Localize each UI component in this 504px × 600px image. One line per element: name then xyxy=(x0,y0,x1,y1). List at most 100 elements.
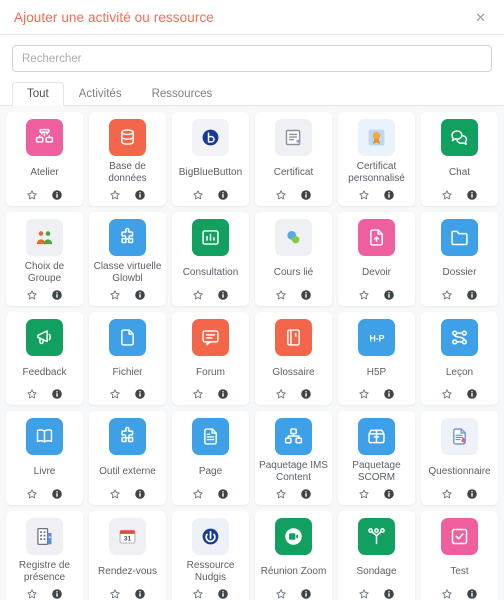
activity-card[interactable]: Livre xyxy=(6,411,83,505)
star-icon[interactable] xyxy=(109,487,122,500)
search-input[interactable] xyxy=(12,45,492,72)
star-icon[interactable] xyxy=(192,188,205,201)
star-icon[interactable] xyxy=(26,387,39,400)
star-icon[interactable] xyxy=(109,587,122,600)
info-icon[interactable] xyxy=(51,587,64,600)
info-icon[interactable] xyxy=(466,387,479,400)
star-icon[interactable] xyxy=(26,587,39,600)
info-icon[interactable] xyxy=(134,487,147,500)
activity-card[interactable]: Choix de Groupe xyxy=(6,212,83,306)
info-icon[interactable] xyxy=(300,288,313,301)
star-icon[interactable] xyxy=(441,487,454,500)
forum-icon xyxy=(192,319,229,356)
activity-card[interactable]: Devoir xyxy=(338,212,415,306)
activity-card[interactable]: Forum xyxy=(172,312,249,405)
star-icon[interactable] xyxy=(192,387,205,400)
info-icon[interactable] xyxy=(383,587,396,600)
activity-card[interactable]: Glossaire xyxy=(255,312,332,405)
star-icon[interactable] xyxy=(109,188,122,201)
info-icon[interactable] xyxy=(300,487,313,500)
star-icon[interactable] xyxy=(358,387,371,400)
star-icon[interactable] xyxy=(109,387,122,400)
activity-card[interactable]: Feedback xyxy=(6,312,83,405)
activity-card[interactable]: Outil externe xyxy=(89,411,166,505)
star-icon[interactable] xyxy=(441,587,454,600)
activity-card[interactable]: Cours lié xyxy=(255,212,332,306)
info-icon[interactable] xyxy=(217,587,230,600)
info-icon[interactable] xyxy=(466,188,479,201)
info-icon[interactable] xyxy=(383,288,396,301)
star-icon[interactable] xyxy=(26,487,39,500)
info-icon[interactable] xyxy=(217,487,230,500)
activity-card-label: Choix de Groupe xyxy=(24,261,65,284)
info-icon[interactable] xyxy=(300,188,313,201)
star-icon[interactable] xyxy=(275,487,288,500)
star-icon[interactable] xyxy=(358,288,371,301)
activity-card[interactable]: Base de données xyxy=(89,112,166,206)
info-icon[interactable] xyxy=(217,288,230,301)
star-icon[interactable] xyxy=(26,188,39,201)
info-icon[interactable] xyxy=(466,587,479,600)
activity-card[interactable]: Registre de présence xyxy=(6,511,83,600)
activity-card[interactable]: Sondage xyxy=(338,511,415,600)
star-icon[interactable] xyxy=(275,188,288,201)
star-icon[interactable] xyxy=(441,387,454,400)
info-icon[interactable] xyxy=(466,288,479,301)
info-icon[interactable] xyxy=(134,188,147,201)
star-icon[interactable] xyxy=(26,288,39,301)
activity-card[interactable]: Paquetage IMS Content xyxy=(255,411,332,505)
activity-card[interactable]: Réunion Zoom xyxy=(255,511,332,600)
info-icon[interactable] xyxy=(466,487,479,500)
info-icon[interactable] xyxy=(134,387,147,400)
info-icon[interactable] xyxy=(134,587,147,600)
star-icon[interactable] xyxy=(275,387,288,400)
activity-card[interactable]: H-P5 H5P xyxy=(338,312,415,405)
activity-card[interactable]: Questionnaire xyxy=(421,411,498,505)
activity-card[interactable]: Fichier xyxy=(89,312,166,405)
tab-ressources[interactable]: Ressources xyxy=(137,82,228,106)
activity-card[interactable]: Chat xyxy=(421,112,498,206)
info-icon[interactable] xyxy=(51,188,64,201)
activity-grid-scroll[interactable]: Atelier Base de données BigBlueButton Certi… xyxy=(0,106,504,600)
info-icon[interactable] xyxy=(383,387,396,400)
info-icon[interactable] xyxy=(383,487,396,500)
activity-card[interactable]: Page xyxy=(172,411,249,505)
info-icon[interactable] xyxy=(383,188,396,201)
star-icon[interactable] xyxy=(441,188,454,201)
close-icon[interactable]: ✕ xyxy=(471,9,490,26)
activity-card[interactable]: Certificat personnalisé xyxy=(338,112,415,206)
activity-card-label: Paquetage SCORM xyxy=(352,460,401,483)
info-icon[interactable] xyxy=(300,587,313,600)
star-icon[interactable] xyxy=(358,487,371,500)
info-icon[interactable] xyxy=(217,188,230,201)
star-icon[interactable] xyxy=(192,487,205,500)
activity-card[interactable]: Certificat xyxy=(255,112,332,206)
star-icon[interactable] xyxy=(192,288,205,301)
star-icon[interactable] xyxy=(358,188,371,201)
activity-card-label: Rendez-vous xyxy=(98,566,157,577)
activity-card[interactable]: BigBlueButton xyxy=(172,112,249,206)
activity-card[interactable]: Dossier xyxy=(421,212,498,306)
activity-card[interactable]: Paquetage SCORM xyxy=(338,411,415,505)
activity-card[interactable]: Consultation xyxy=(172,212,249,306)
tab-activits[interactable]: Activités xyxy=(64,82,137,106)
activity-card[interactable]: 31 Rendez-vous xyxy=(89,511,166,600)
activity-card[interactable]: Leçon xyxy=(421,312,498,405)
star-icon[interactable] xyxy=(358,587,371,600)
info-icon[interactable] xyxy=(300,387,313,400)
info-icon[interactable] xyxy=(51,487,64,500)
star-icon[interactable] xyxy=(275,587,288,600)
activity-card[interactable]: Test xyxy=(421,511,498,600)
star-icon[interactable] xyxy=(109,288,122,301)
activity-card[interactable]: Classe virtuelle Glowbl xyxy=(89,212,166,306)
info-icon[interactable] xyxy=(51,387,64,400)
info-icon[interactable] xyxy=(134,288,147,301)
tab-tout[interactable]: Tout xyxy=(12,82,64,106)
activity-card[interactable]: Ressource Nudgis xyxy=(172,511,249,600)
star-icon[interactable] xyxy=(192,587,205,600)
activity-card[interactable]: Atelier xyxy=(6,112,83,206)
star-icon[interactable] xyxy=(441,288,454,301)
star-icon[interactable] xyxy=(275,288,288,301)
info-icon[interactable] xyxy=(217,387,230,400)
info-icon[interactable] xyxy=(51,288,64,301)
